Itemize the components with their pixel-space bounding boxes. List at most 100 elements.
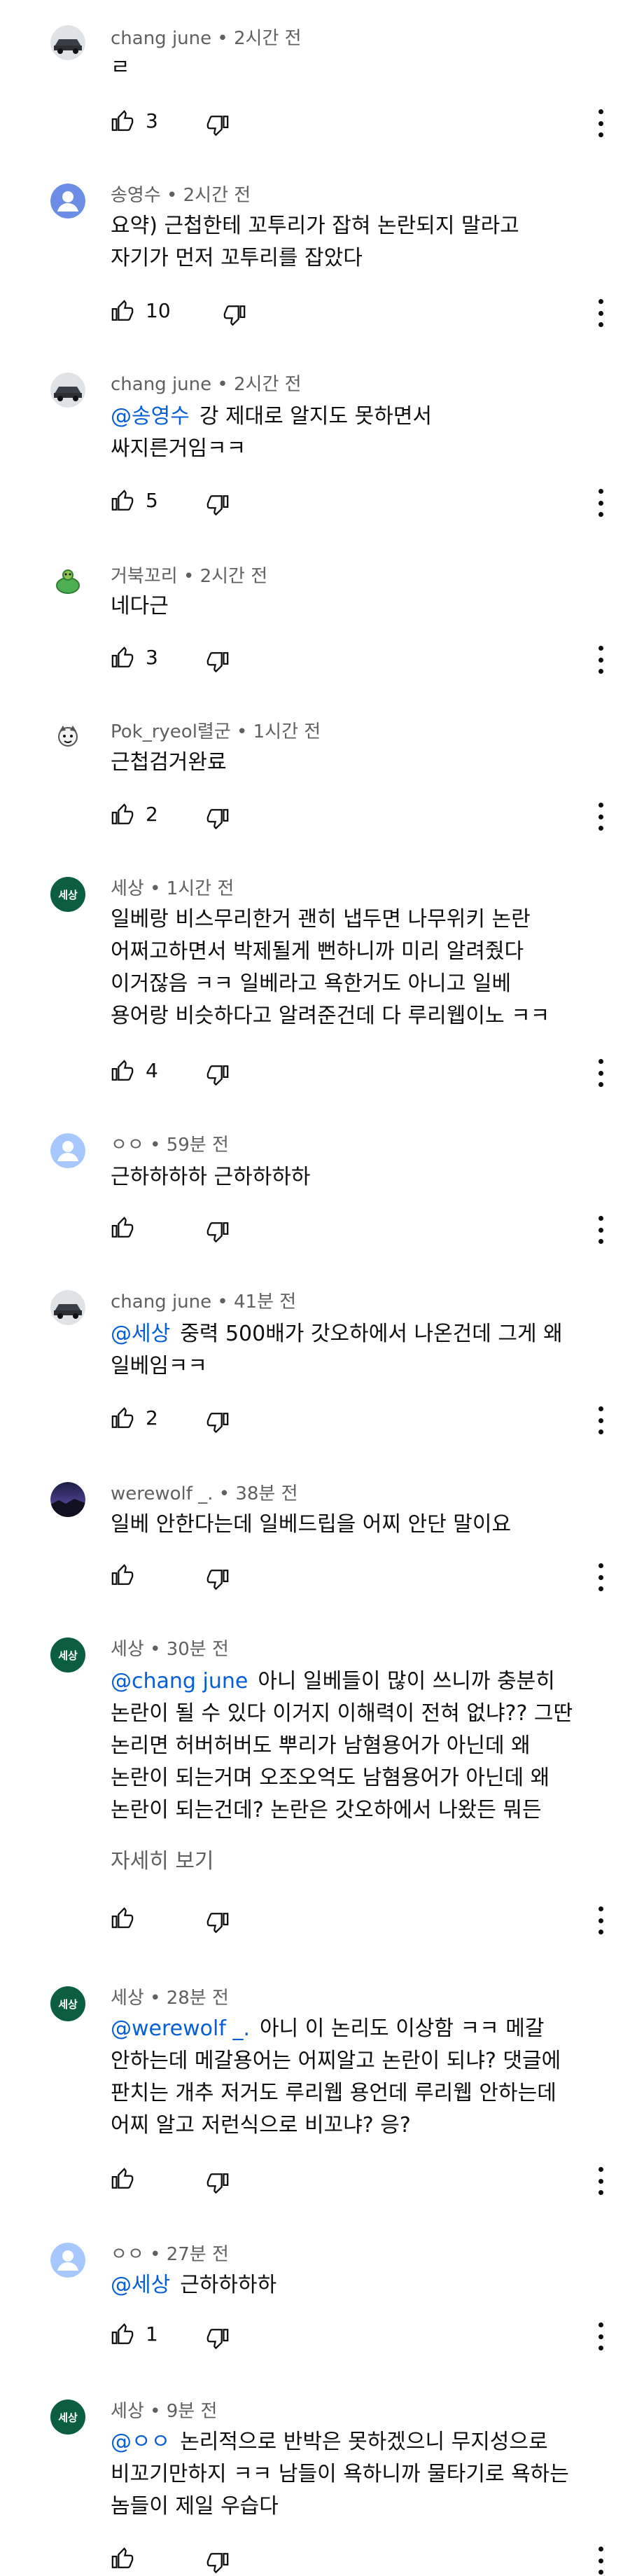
avatar-label: 세상: [58, 1997, 78, 2011]
thumbs-down-icon[interactable]: [206, 2551, 230, 2575]
more-options-icon[interactable]: [596, 299, 605, 327]
thumbs-up-icon[interactable]: [111, 109, 134, 133]
thumbs-down-icon[interactable]: [206, 807, 230, 831]
thumbs-up-icon[interactable]: [111, 1563, 134, 1587]
comment-time: 28분 전: [166, 1988, 229, 2009]
thumbs-down-icon[interactable]: [206, 1063, 230, 1087]
thumbs-down-icon[interactable]: [206, 2171, 230, 2195]
comment-body: 근하하하하 근하하하하: [111, 1165, 311, 1189]
comment-author[interactable]: ㅇㅇ: [111, 2244, 144, 2265]
like-count: 2: [146, 803, 158, 826]
comment-author[interactable]: chang june: [111, 28, 211, 49]
comment-text: @chang june 아니 일베들이 많이 쓰니까 충분히 논란이 될 수 있다…: [111, 1666, 602, 1827]
avatar-label: 세상: [58, 1649, 78, 1662]
avatar[interactable]: [50, 720, 85, 755]
more-options-icon[interactable]: [596, 2167, 605, 2195]
thumbs-up-icon[interactable]: [111, 299, 134, 323]
avatar[interactable]: [50, 25, 85, 60]
thumbs-down-icon[interactable]: [206, 2327, 230, 2350]
more-options-icon[interactable]: [596, 1406, 605, 1434]
thumbs-down-icon[interactable]: [206, 1411, 230, 1434]
comment-time: 2시간 전: [234, 28, 302, 49]
comment-text: 네다근: [111, 590, 602, 623]
comment-author[interactable]: 세상: [111, 1988, 144, 2009]
thumbs-up-icon[interactable]: [111, 803, 134, 826]
comment-text: @세상 중력 500배가 갓오하에서 나온건데 그게 왜 일베임ㅋㅋ: [111, 1318, 602, 1383]
comment-author[interactable]: werewolf _.: [111, 1483, 213, 1504]
car-avatar-icon: [50, 373, 85, 408]
more-options-icon[interactable]: [596, 646, 605, 674]
thumbs-up-icon[interactable]: [111, 2322, 134, 2346]
mention-link[interactable]: @werewolf _.: [111, 2016, 250, 2041]
comment-body: 논리적으로 반박은 못하겠으니 무지성으로 비꼬기만하지 ㅋㅋ 남들이 욕하니까…: [111, 2430, 569, 2519]
like-count: 4: [146, 1059, 158, 1082]
like-count: 5: [146, 489, 158, 512]
read-more-link[interactable]: 자세히 보기: [111, 1843, 214, 1874]
comment-author[interactable]: 세상: [111, 1639, 144, 1660]
mention-link[interactable]: @송영수: [111, 404, 190, 429]
avatar[interactable]: 세상: [50, 877, 85, 912]
more-options-icon[interactable]: [596, 2547, 605, 2575]
thumbs-down-icon[interactable]: [206, 493, 230, 517]
comment-time: 1시간 전: [253, 721, 321, 742]
mention-link[interactable]: @세상: [111, 2273, 170, 2297]
comment-text: 근첩검거완료: [111, 747, 602, 779]
avatar[interactable]: [50, 1482, 85, 1517]
more-options-icon[interactable]: [596, 1216, 605, 1244]
thumbs-up-icon[interactable]: [111, 489, 134, 513]
avatar[interactable]: [50, 1133, 85, 1168]
thumbs-up-icon[interactable]: [111, 1906, 134, 1930]
more-options-icon[interactable]: [596, 1563, 605, 1591]
comment-author[interactable]: chang june: [111, 374, 211, 395]
thumbs-up-icon[interactable]: [111, 2547, 134, 2570]
comment-meta: 거북꼬리 • 2시간 전: [111, 566, 268, 587]
more-options-icon[interactable]: [596, 2322, 605, 2350]
avatar[interactable]: [50, 373, 85, 408]
comment-author[interactable]: Pok_ryeol렬군: [111, 721, 231, 742]
avatar[interactable]: 세상: [50, 1986, 85, 2021]
thumbs-down-icon[interactable]: [206, 650, 230, 674]
thumbs-down-icon[interactable]: [206, 1567, 230, 1591]
avatar[interactable]: 세상: [50, 2400, 85, 2435]
thumbs-up-icon[interactable]: [111, 646, 134, 670]
comment-author[interactable]: 세상: [111, 878, 144, 899]
comment-text: @송영수 강 제대로 알지도 못하면서 싸지른거임ㅋㅋ: [111, 401, 602, 465]
avatar-label: 세상: [58, 888, 78, 901]
more-options-icon[interactable]: [596, 803, 605, 831]
comment-author[interactable]: chang june: [111, 1292, 211, 1313]
comment-body: 네다근: [111, 594, 169, 618]
comment-author[interactable]: 세상: [111, 2401, 144, 2422]
thumbs-down-icon[interactable]: [206, 1220, 230, 1244]
thumbs-up-icon[interactable]: [111, 2167, 134, 2191]
comment-meta: 세상 • 28분 전: [111, 1988, 229, 2009]
thumbs-up-icon[interactable]: [111, 1406, 134, 1430]
avatar[interactable]: [50, 183, 85, 219]
comment-time: 1시간 전: [166, 878, 234, 899]
thumbs-down-icon[interactable]: [206, 113, 230, 137]
comment-body: 중력 500배가 갓오하에서 나온건데 그게 왜 일베임ㅋㅋ: [111, 1322, 563, 1378]
avatar[interactable]: [50, 565, 85, 600]
avatar[interactable]: 세상: [50, 1637, 85, 1673]
like-count: 3: [146, 646, 158, 669]
mention-link[interactable]: @세상: [111, 1322, 170, 1346]
comment-author[interactable]: ㅇㅇ: [111, 1135, 144, 1156]
car-avatar-icon: [50, 25, 85, 60]
more-options-icon[interactable]: [596, 109, 605, 137]
more-options-icon[interactable]: [596, 1906, 605, 1934]
mention-link[interactable]: @chang june: [111, 1669, 248, 1694]
thumbs-down-icon[interactable]: [223, 303, 246, 327]
comment-meta: ㅇㅇ • 27분 전: [111, 2244, 229, 2265]
comment-author[interactable]: 송영수: [111, 185, 161, 206]
mention-link[interactable]: @ㅇㅇ: [111, 2430, 170, 2454]
comment-time: 27분 전: [166, 2244, 229, 2265]
comment-meta: werewolf _. • 38분 전: [111, 1483, 298, 1504]
more-options-icon[interactable]: [596, 489, 605, 517]
avatar[interactable]: [50, 1290, 85, 1325]
comment-text: @ㅇㅇ 논리적으로 반박은 못하겠으니 무지성으로 비꼬기만하지 ㅋㅋ 남들이 욕…: [111, 2426, 602, 2523]
avatar[interactable]: [50, 2243, 85, 2278]
comment-author[interactable]: 거북꼬리: [111, 566, 178, 587]
more-options-icon[interactable]: [596, 1059, 605, 1087]
thumbs-down-icon[interactable]: [206, 1911, 230, 1934]
thumbs-up-icon[interactable]: [111, 1216, 134, 1240]
thumbs-up-icon[interactable]: [111, 1059, 134, 1083]
